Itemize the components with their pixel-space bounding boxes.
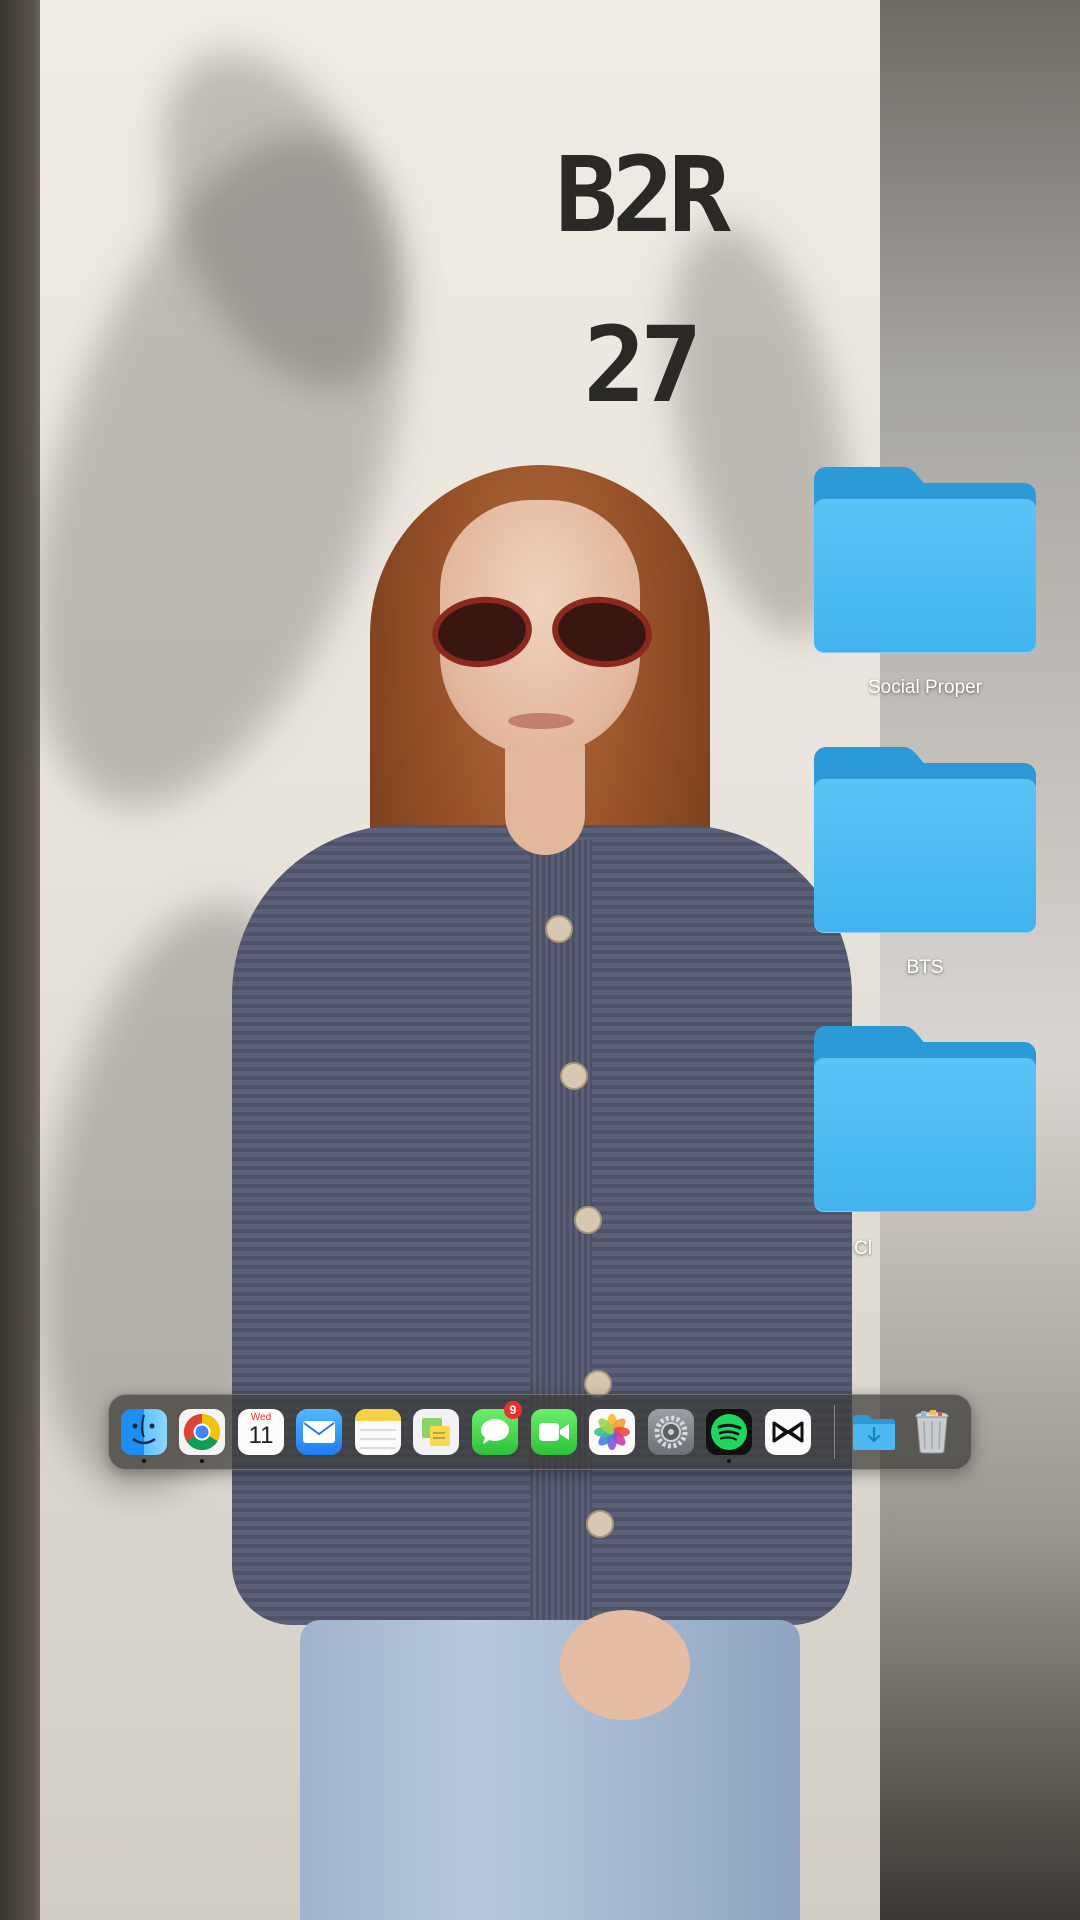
notes-icon	[355, 1409, 401, 1421]
finder-icon	[132, 1414, 156, 1445]
settings-gear-icon	[654, 1415, 688, 1449]
wallpaper-sweater-button	[586, 1510, 614, 1538]
dock-app-calendar[interactable]: Wed 11	[238, 1409, 284, 1455]
wallpaper-sweater-button	[560, 1062, 588, 1090]
dock-app-notes[interactable]	[355, 1409, 401, 1455]
dock-app-capcut[interactable]	[765, 1409, 811, 1455]
facetime-icon	[539, 1423, 569, 1441]
wallpaper-sweater-button	[574, 1206, 602, 1234]
dock-app-finder[interactable]	[121, 1409, 167, 1455]
dock-app-facetime[interactable]	[531, 1409, 577, 1455]
stickies-icon	[422, 1418, 450, 1446]
wallpaper-stencil-text: B2R 27	[555, 110, 731, 450]
desktop-folder-social-proper[interactable]: Social Proper	[812, 467, 1038, 698]
folder-label: Cl	[854, 1238, 872, 1259]
capcut-icon	[772, 1421, 804, 1443]
photos-icon	[594, 1414, 630, 1450]
dock-app-trash[interactable]	[909, 1409, 955, 1455]
dock-app-mail[interactable]	[296, 1409, 342, 1455]
folder-label: Social Proper	[867, 677, 983, 698]
folder-label: BTS	[906, 957, 944, 978]
folder-icon	[814, 1026, 1036, 1212]
dock-app-spotify[interactable]	[706, 1409, 752, 1455]
stencil-line-2: 27	[583, 304, 702, 426]
messages-badge: 9	[504, 1401, 522, 1419]
running-indicator	[200, 1459, 204, 1463]
running-indicator	[142, 1459, 146, 1463]
calendar-day-number: 11	[248, 1422, 274, 1449]
dock-app-chrome[interactable]	[179, 1409, 225, 1455]
chrome-icon	[183, 1414, 221, 1451]
downloads-folder-icon	[853, 1415, 895, 1450]
trash-icon	[915, 1410, 949, 1454]
wallpaper-sweater-button	[545, 915, 573, 943]
running-indicator	[727, 1459, 731, 1463]
dock-app-photos[interactable]	[589, 1409, 635, 1455]
mail-icon	[303, 1421, 335, 1443]
folder-icon	[814, 747, 1036, 933]
desktop-folder-bts[interactable]: BTS	[812, 747, 1038, 978]
wallpaper-person-neck	[505, 745, 585, 855]
wallpaper-sunglasses	[428, 591, 656, 673]
desktop-folder-cl[interactable]: Cl	[812, 1026, 1038, 1259]
wallpaper-person-hands	[560, 1610, 690, 1720]
wallpaper-person-jeans	[300, 1620, 800, 1920]
dock: Wed 11 9	[108, 1394, 972, 1470]
dock-app-system-settings[interactable]	[648, 1409, 694, 1455]
spotify-icon	[711, 1414, 747, 1450]
wallpaper-person-lips	[508, 713, 574, 729]
dock-app-downloads[interactable]	[851, 1409, 897, 1455]
dock-app-stickies[interactable]	[413, 1409, 459, 1455]
stencil-line-1: B2R	[555, 134, 731, 256]
folder-icon	[814, 467, 1036, 653]
dock-separator	[834, 1405, 835, 1459]
messages-icon	[481, 1419, 509, 1444]
